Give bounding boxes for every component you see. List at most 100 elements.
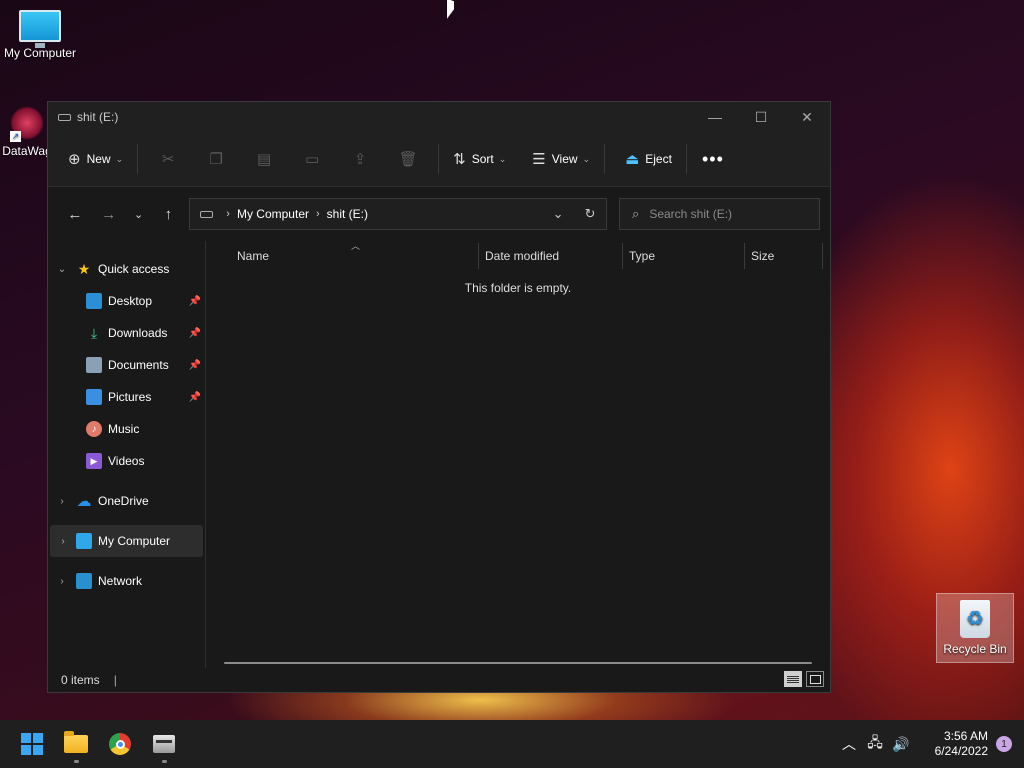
navigation-pane: ⌄ ★ Quick access Desktop 📌 ⤓ Downloads 📌… — [48, 241, 206, 668]
address-bar[interactable]: › My Computer › shit (E:) ⌄ ↻ — [189, 198, 608, 230]
taskbar-app-box[interactable] — [142, 722, 186, 766]
sort-button[interactable]: ⇅ Sort ⌄ — [445, 143, 514, 175]
clock-time: 3:56 AM — [943, 729, 988, 743]
column-label: Size — [751, 249, 775, 263]
document-icon — [86, 357, 102, 373]
chevron-right-icon[interactable]: › — [48, 576, 76, 587]
chevron-down-icon[interactable]: ⌄ — [48, 264, 76, 275]
minimize-button[interactable]: — — [692, 102, 738, 132]
title-bar[interactable]: shit (E:) — ☐ ✕ — [48, 102, 830, 132]
delete-button[interactable]: 🗑 — [384, 143, 432, 175]
forward-button[interactable]: → — [92, 199, 126, 229]
desktop-icon-my-computer[interactable]: My Computer — [2, 10, 78, 60]
sidebar-item-videos[interactable]: ▶ Videos — [48, 445, 205, 477]
share-button[interactable]: ⇪ — [336, 143, 384, 175]
address-history-dropdown[interactable]: ⌄ — [542, 206, 574, 222]
taskbar-chrome[interactable] — [98, 722, 142, 766]
column-headers: ︿ Name Date modified Type Size — [206, 241, 830, 269]
eject-button[interactable]: ⏏ Eject — [617, 143, 680, 175]
toolbar-divider — [137, 144, 139, 174]
view-button[interactable]: ☰ View ⌄ — [524, 143, 598, 175]
sort-arrows-icon: ⇅ — [453, 151, 466, 168]
column-header-name[interactable]: Name — [206, 243, 479, 269]
picture-icon — [86, 389, 102, 405]
view-label: View — [551, 152, 578, 166]
sidebar-item-network[interactable]: › Network — [48, 565, 205, 597]
clock[interactable]: 3:56 AM 6/24/2022 — [914, 729, 988, 759]
search-input[interactable] — [649, 207, 800, 221]
file-explorer-window: shit (E:) — ☐ ✕ ⊕ New ⌄ ✂ ❐ ▤ ▭ ⇪ 🗑 ⇅ So… — [47, 101, 831, 693]
column-header-type[interactable]: Type — [623, 243, 745, 269]
star-icon: ★ — [77, 260, 91, 277]
sidebar-item-label: OneDrive — [98, 494, 149, 508]
toolbar-divider — [438, 144, 440, 174]
status-divider: | — [113, 673, 117, 687]
column-header-date-modified[interactable]: Date modified — [479, 243, 623, 269]
desktop-icon — [86, 293, 102, 309]
new-button[interactable]: ⊕ New ⌄ — [60, 143, 131, 175]
scissors-icon: ✂ — [161, 151, 175, 168]
horizontal-scrollbar[interactable] — [224, 662, 812, 664]
music-note-icon: ♪ — [86, 421, 102, 437]
sidebar-item-quick-access[interactable]: ⌄ ★ Quick access — [48, 253, 205, 285]
chevron-right-icon[interactable]: › — [48, 496, 76, 507]
column-label: Name — [237, 249, 270, 263]
chevron-down-icon: ⌄ — [133, 208, 144, 221]
start-button[interactable] — [10, 722, 54, 766]
large-icons-view-button[interactable] — [806, 671, 824, 687]
sidebar-item-my-computer[interactable]: › My Computer — [50, 525, 203, 557]
toolbar-divider — [685, 144, 687, 174]
close-button[interactable]: ✕ — [784, 102, 830, 132]
show-hidden-icons-button[interactable]: ︿ — [836, 734, 862, 754]
more-options-button[interactable]: ••• — [693, 149, 733, 170]
explorer-body: ⌄ ★ Quick access Desktop 📌 ⤓ Downloads 📌… — [48, 241, 830, 668]
search-box[interactable]: ⌕ — [619, 198, 821, 230]
cut-button[interactable]: ✂ — [144, 143, 192, 175]
sidebar-item-label: Desktop — [108, 294, 153, 308]
desktop-icon-datawag[interactable]: DataWag — [2, 106, 52, 158]
network-status-icon[interactable]: 🖧 — [862, 732, 888, 756]
rename-button[interactable]: ▭ — [288, 143, 336, 175]
chrome-icon — [109, 733, 131, 755]
chevron-right-icon[interactable]: › — [50, 536, 76, 547]
sidebar-item-pictures[interactable]: Pictures 📌 — [48, 381, 205, 413]
pin-icon: 📌 — [188, 391, 201, 403]
maximize-button[interactable]: ☐ — [738, 102, 784, 132]
sidebar-item-music[interactable]: ♪ Music — [48, 413, 205, 445]
chevron-down-icon: ⌄ — [115, 153, 124, 164]
chevron-down-icon: ⌄ — [582, 153, 591, 164]
chevron-down-icon: ⌄ — [498, 153, 507, 164]
desktop-icon-label: Recycle Bin — [943, 642, 1007, 656]
refresh-button[interactable]: ↻ — [574, 206, 606, 222]
desktop-icon-recycle-bin[interactable]: ♻ Recycle Bin — [936, 593, 1014, 663]
pin-icon: 📌 — [188, 359, 201, 371]
back-button[interactable]: ← — [58, 199, 92, 229]
sidebar-item-label: Quick access — [98, 262, 170, 276]
chevron-right-icon: › — [226, 208, 230, 220]
taskbar-file-explorer[interactable] — [54, 722, 98, 766]
arrow-right-icon: → — [101, 205, 117, 223]
volume-icon[interactable]: 🔊 — [888, 736, 914, 753]
column-label: Type — [629, 249, 656, 263]
sidebar-item-label: Music — [108, 422, 140, 436]
status-bar: 0 items | — [48, 668, 830, 692]
drive-icon — [58, 113, 71, 121]
sidebar-item-documents[interactable]: Documents 📌 — [48, 349, 205, 381]
paste-button[interactable]: ▤ — [240, 143, 288, 175]
computer-icon — [76, 533, 92, 549]
pin-icon: 📌 — [188, 327, 201, 339]
sidebar-item-downloads[interactable]: ⤓ Downloads 📌 — [48, 317, 205, 349]
column-header-size[interactable]: Size — [745, 243, 823, 269]
details-view-button[interactable] — [784, 671, 802, 687]
sidebar-item-desktop[interactable]: Desktop 📌 — [48, 285, 205, 317]
pin-icon: 📌 — [188, 295, 201, 307]
up-button[interactable]: ↑ — [151, 199, 185, 229]
copy-button[interactable]: ❐ — [192, 143, 240, 175]
cloud-icon: ☁ — [76, 493, 92, 510]
notification-badge[interactable]: 1 — [996, 736, 1012, 752]
sidebar-item-onedrive[interactable]: › ☁ OneDrive — [48, 485, 205, 517]
breadcrumb-current-drive[interactable]: shit (E:) — [327, 207, 368, 221]
recent-locations-button[interactable]: ⌄ — [126, 199, 152, 229]
file-list-area[interactable]: ︿ Name Date modified Type Size This fold… — [206, 241, 830, 668]
breadcrumb-my-computer[interactable]: My Computer — [237, 207, 309, 221]
